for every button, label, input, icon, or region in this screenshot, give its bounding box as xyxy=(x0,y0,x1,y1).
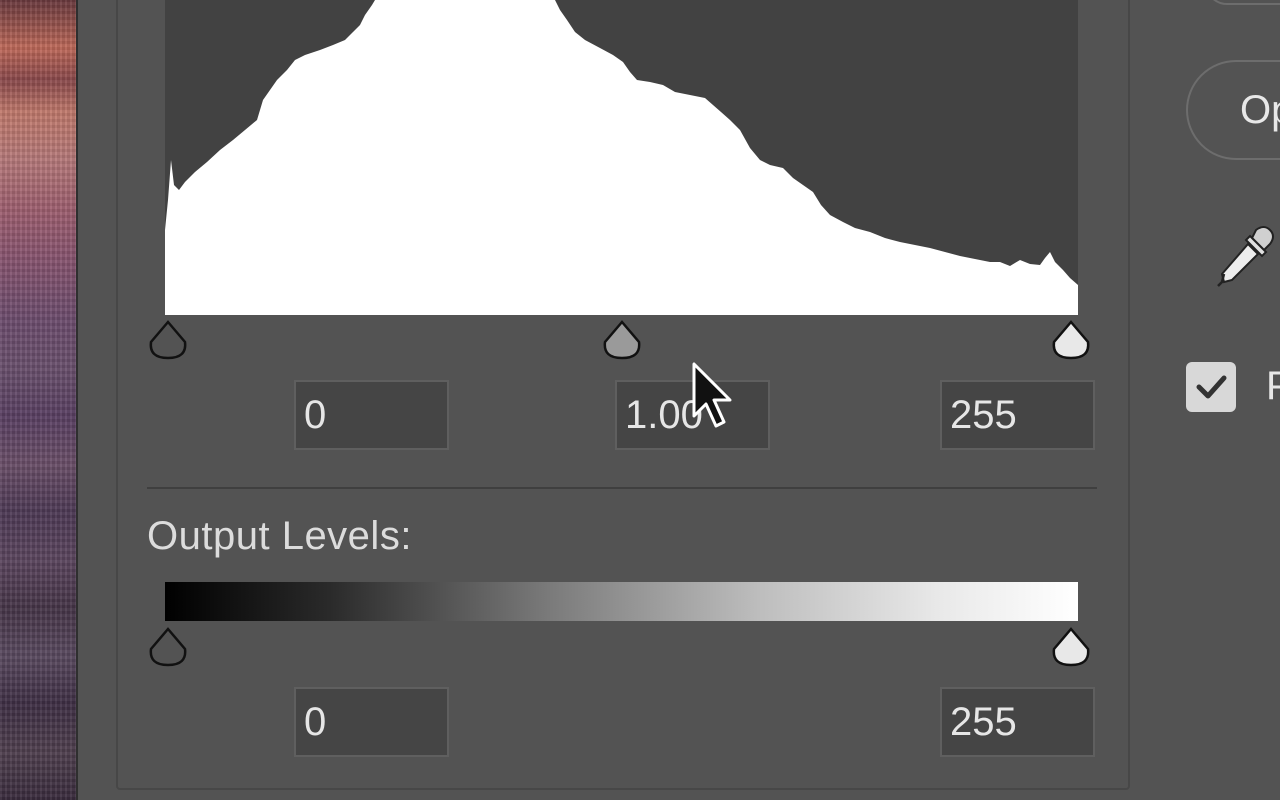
histogram xyxy=(165,0,1078,315)
output-shadows-field[interactable]: 0 xyxy=(294,687,449,757)
output-highlights-slider[interactable] xyxy=(1050,627,1092,667)
eyedropper-icon[interactable] xyxy=(1212,224,1278,290)
section-divider xyxy=(147,487,1097,489)
preview-checkbox[interactable] xyxy=(1186,362,1236,412)
output-levels-label: Output Levels: xyxy=(147,514,412,558)
checkmark-icon xyxy=(1196,375,1227,399)
options-button[interactable]: Op xyxy=(1186,60,1280,160)
input-highlights-field[interactable]: 255 xyxy=(940,380,1095,450)
preview-checkbox-label: P xyxy=(1266,364,1280,408)
input-midtones-field[interactable]: 1.00 xyxy=(615,380,770,450)
image-preview xyxy=(0,0,76,800)
output-shadows-slider[interactable] xyxy=(147,627,189,667)
output-highlights-field[interactable]: 255 xyxy=(940,687,1095,757)
input-midtones-slider[interactable] xyxy=(601,320,643,360)
output-levels-gradient xyxy=(165,582,1078,621)
image-texture xyxy=(0,0,76,800)
input-highlights-slider[interactable] xyxy=(1050,320,1092,360)
levels-dialog-screen: 0 1.00 255 Output Levels: 0 255 Op P xyxy=(0,0,1280,800)
input-shadows-field[interactable]: 0 xyxy=(294,380,449,450)
input-shadows-slider[interactable] xyxy=(147,320,189,360)
